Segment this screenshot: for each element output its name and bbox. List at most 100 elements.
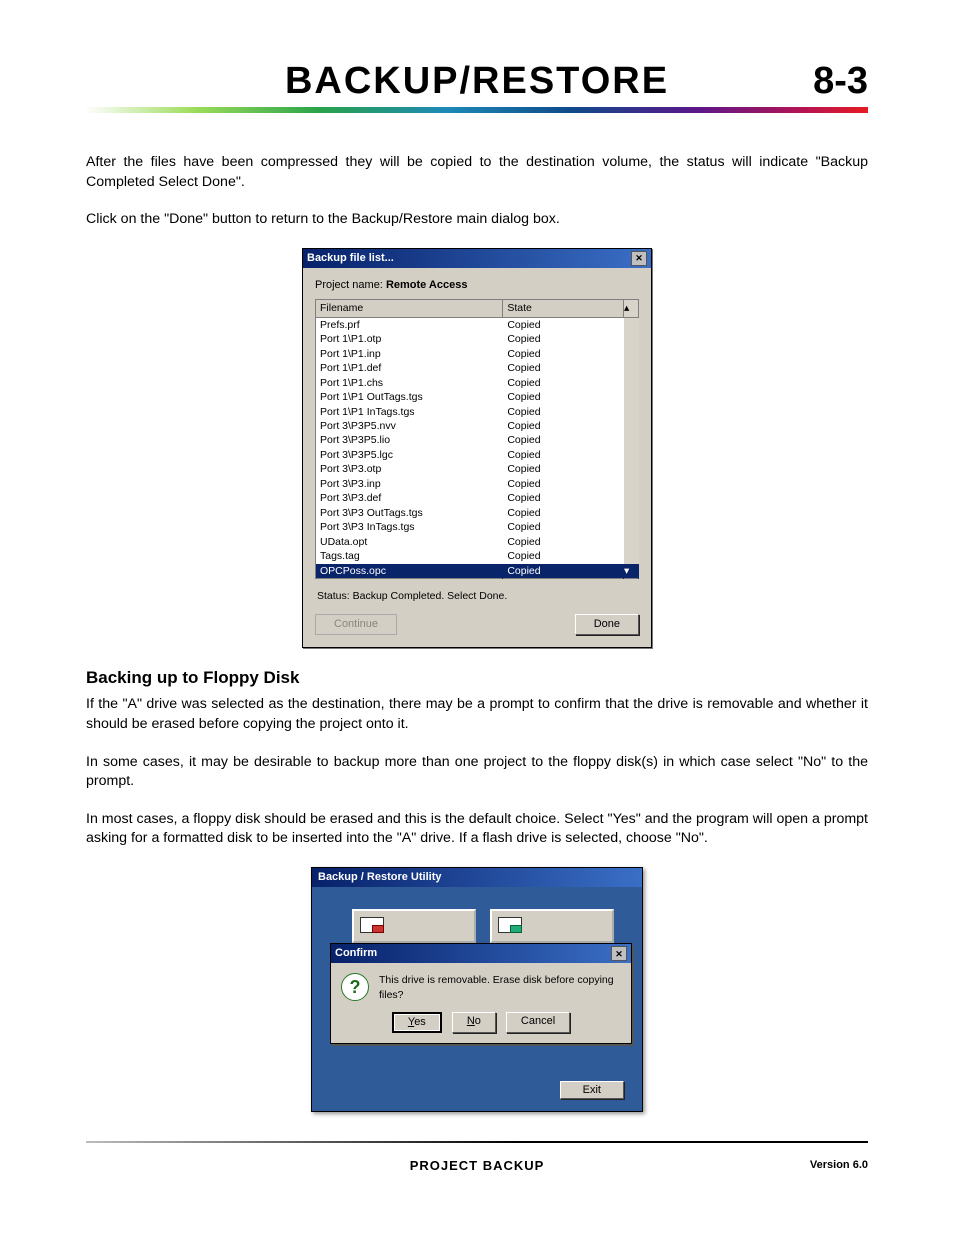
scrollbar-track[interactable] — [624, 520, 639, 534]
close-icon[interactable]: ✕ — [631, 251, 647, 266]
scrollbar-track[interactable] — [624, 390, 639, 404]
footer-center: PROJECT BACKUP — [410, 1158, 545, 1173]
header-page-number: 8-3 — [813, 60, 868, 103]
cell-filename: Port 3\P3.def — [316, 491, 503, 505]
paragraph: Click on the "Done" button to return to … — [86, 210, 868, 230]
cell-state: Copied — [503, 477, 624, 491]
cell-state: Copied — [503, 390, 624, 404]
table-row[interactable]: Port 1\P1.defCopied — [316, 361, 639, 375]
scrollbar-track[interactable] — [624, 376, 639, 390]
table-row[interactable]: Port 3\P3P5.lioCopied — [316, 433, 639, 447]
table-row[interactable]: UData.optCopied — [316, 535, 639, 549]
table-row[interactable]: Port 3\P3.defCopied — [316, 491, 639, 505]
scrollbar-track[interactable] — [624, 535, 639, 549]
table-row[interactable]: Port 3\P3P5.nvvCopied — [316, 419, 639, 433]
scrollbar-track[interactable] — [624, 491, 639, 505]
done-button[interactable]: Done — [575, 614, 639, 635]
scrollbar-track[interactable] — [624, 433, 639, 447]
page-footer: PROJECT BACKUP Version 6.0 — [86, 1159, 868, 1171]
cell-filename: Port 3\P3 InTags.tgs — [316, 520, 503, 534]
restore-icon — [498, 917, 522, 933]
cell-state: Copied — [503, 448, 624, 462]
backup-icon — [360, 917, 384, 933]
close-icon[interactable]: ✕ — [611, 946, 627, 961]
scroll-down-icon[interactable]: ▾ — [624, 564, 639, 579]
cell-filename: Port 3\P3.otp — [316, 462, 503, 476]
footer-version: Version 6.0 — [810, 1159, 868, 1171]
file-list-table: Filename State ▴ Prefs.prfCopiedPort 1\P… — [315, 299, 639, 579]
backup-button[interactable] — [352, 909, 476, 943]
project-name: Remote Access — [386, 279, 468, 291]
scrollbar-track[interactable] — [624, 462, 639, 476]
table-row[interactable]: Port 1\P1.otpCopied — [316, 332, 639, 346]
scroll-up-icon[interactable]: ▴ — [624, 300, 639, 317]
paragraph: In most cases, a floppy disk should be e… — [86, 810, 868, 849]
exit-button[interactable]: Exit — [560, 1081, 624, 1099]
scrollbar-track[interactable] — [624, 405, 639, 419]
table-row[interactable]: Port 3\P3.inpCopied — [316, 477, 639, 491]
dialog-title: Backup file list... — [307, 251, 394, 266]
project-name-line: Project name: Remote Access — [315, 278, 639, 293]
cell-filename: OPCPoss.opc — [316, 564, 503, 579]
dialog-title: Backup / Restore Utility — [312, 868, 642, 887]
col-filename[interactable]: Filename — [316, 300, 503, 317]
table-row[interactable]: Port 3\P3P5.lgcCopied — [316, 448, 639, 462]
scrollbar-track[interactable] — [624, 506, 639, 520]
cell-state: Copied — [503, 520, 624, 534]
col-state[interactable]: State — [503, 300, 624, 317]
table-row[interactable]: Port 1\P1.chsCopied — [316, 376, 639, 390]
scrollbar-track[interactable] — [624, 317, 639, 332]
table-row[interactable]: Port 1\P1.inpCopied — [316, 347, 639, 361]
cell-filename: Port 1\P1 OutTags.tgs — [316, 390, 503, 404]
table-row[interactable]: Tags.tagCopied — [316, 549, 639, 563]
backup-restore-utility-dialog: Backup / Restore Utility BACKUP RESTORE … — [311, 867, 643, 1112]
cell-state: Copied — [503, 549, 624, 563]
cell-state: Copied — [503, 405, 624, 419]
table-row[interactable]: Port 3\P3 OutTags.tgsCopied — [316, 506, 639, 520]
cell-state: Copied — [503, 433, 624, 447]
confirm-title: Confirm — [335, 946, 377, 961]
scrollbar-track[interactable] — [624, 477, 639, 491]
confirm-message: This drive is removable. Erase disk befo… — [379, 973, 621, 1002]
table-row[interactable]: Port 3\P3 InTags.tgsCopied — [316, 520, 639, 534]
scrollbar-track[interactable] — [624, 361, 639, 375]
restore-button[interactable] — [490, 909, 614, 943]
yes-button[interactable]: Yes — [392, 1012, 442, 1033]
scrollbar-track[interactable] — [624, 347, 639, 361]
cell-filename: Port 1\P1.inp — [316, 347, 503, 361]
table-row[interactable]: Port 1\P1 InTags.tgsCopied — [316, 405, 639, 419]
scrollbar-track[interactable] — [624, 332, 639, 346]
cell-filename: Port 3\P3.inp — [316, 477, 503, 491]
question-icon: ? — [341, 973, 369, 1001]
scrollbar-track[interactable] — [624, 549, 639, 563]
cell-filename: Port 3\P3P5.nvv — [316, 419, 503, 433]
cell-state: Copied — [503, 361, 624, 375]
cell-filename: Port 1\P1.def — [316, 361, 503, 375]
table-row[interactable]: Port 3\P3.otpCopied — [316, 462, 639, 476]
cell-filename: Port 3\P3P5.lgc — [316, 448, 503, 462]
cell-filename: Port 1\P1 InTags.tgs — [316, 405, 503, 419]
cell-state: Copied — [503, 317, 624, 332]
cancel-button[interactable]: Cancel — [506, 1012, 570, 1033]
cell-filename: Port 3\P3P5.lio — [316, 433, 503, 447]
cell-filename: Prefs.prf — [316, 317, 503, 332]
cell-state: Copied — [503, 462, 624, 476]
header-rule — [86, 107, 868, 113]
header-title: BACKUP/RESTORE — [285, 60, 669, 102]
cell-filename: Port 1\P1.chs — [316, 376, 503, 390]
status-text: Status: Backup Completed. Select Done. — [317, 589, 639, 603]
table-row[interactable]: Prefs.prfCopied — [316, 317, 639, 332]
cell-filename: Port 3\P3 OutTags.tgs — [316, 506, 503, 520]
cell-state: Copied — [503, 564, 624, 579]
cell-state: Copied — [503, 332, 624, 346]
paragraph: After the files have been compressed the… — [86, 153, 868, 192]
cell-state: Copied — [503, 491, 624, 505]
scrollbar-track[interactable] — [624, 419, 639, 433]
table-row[interactable]: OPCPoss.opcCopied▾ — [316, 564, 639, 579]
cell-state: Copied — [503, 347, 624, 361]
scrollbar-track[interactable] — [624, 448, 639, 462]
table-row[interactable]: Port 1\P1 OutTags.tgsCopied — [316, 390, 639, 404]
cell-state: Copied — [503, 419, 624, 433]
no-button[interactable]: No — [452, 1012, 496, 1033]
project-label: Project name: — [315, 279, 383, 291]
